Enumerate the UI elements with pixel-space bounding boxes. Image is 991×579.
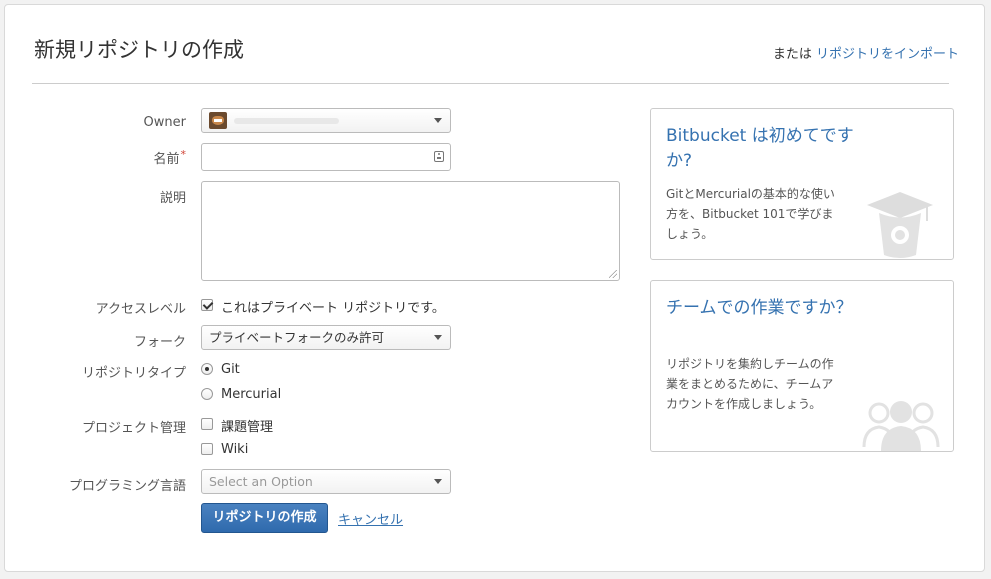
team-card-title[interactable]: チームでの作業ですか？	[666, 296, 866, 321]
create-repository-button[interactable]: リポジトリの作成	[201, 503, 328, 533]
description-textarea[interactable]	[201, 181, 620, 281]
chevron-down-icon	[434, 479, 442, 484]
description-label: 説明	[159, 191, 186, 206]
owner-select[interactable]	[201, 108, 451, 133]
cancel-link[interactable]: キャンセル	[338, 509, 403, 528]
name-label: 名前*	[36, 148, 186, 167]
header-divider	[32, 83, 949, 84]
chevron-down-icon	[434, 118, 442, 123]
newcomer-card-text: GitとMercurialの基本的な使い方を、Bitbucket 101で学びま…	[666, 187, 835, 241]
import-repository-link[interactable]: リポジトリをインポート	[816, 47, 959, 62]
resize-handle-icon[interactable]	[609, 270, 617, 278]
fork-label: フォーク	[133, 335, 186, 350]
fork-select[interactable]: プライベートフォークのみ許可	[201, 325, 451, 350]
owner-label: Owner	[143, 115, 186, 130]
name-input[interactable]	[201, 143, 451, 171]
private-checkbox[interactable]	[201, 299, 213, 311]
owner-name-redacted	[234, 118, 339, 124]
owner-avatar	[209, 112, 227, 129]
password-manager-icon[interactable]	[434, 151, 444, 162]
private-checkbox-label: これはプライベート リポジトリです。	[221, 301, 445, 316]
wiki-label: Wiki	[221, 442, 249, 457]
language-label: プログラミング言語	[68, 479, 186, 494]
access-level-label: アクセスレベル	[95, 302, 186, 317]
team-card-text: リポジトリを集約しチームの作業をまとめるために、チームアカウントを作成しましょう…	[666, 357, 834, 411]
repo-type-label: リポジトリタイプ	[81, 366, 186, 381]
page-title: 新規リポジトリの作成	[34, 38, 244, 62]
language-select[interactable]: Select an Option	[201, 469, 451, 494]
language-placeholder: Select an Option	[209, 474, 313, 489]
wiki-checkbox[interactable]	[201, 443, 213, 455]
repo-type-mercurial-label: Mercurial	[221, 387, 282, 402]
repo-type-git-radio[interactable]	[201, 363, 213, 375]
import-line: または リポジトリをインポート	[773, 43, 959, 62]
team-card: チームでの作業ですか？ リポジトリを集約しチームの作業をまとめるために、チームア…	[650, 280, 954, 452]
issue-tracker-checkbox[interactable]	[201, 418, 213, 430]
required-marker: *	[180, 148, 187, 161]
graduation-bucket-icon	[867, 192, 933, 258]
repo-type-mercurial-radio[interactable]	[201, 388, 213, 400]
issue-tracker-label: 課題管理	[221, 420, 274, 435]
newcomer-card-title[interactable]: Bitbucket は初めてですか?	[666, 124, 866, 174]
chevron-down-icon	[434, 335, 442, 340]
newcomer-card: Bitbucket は初めてですか? GitとMercurialの基本的な使い方…	[650, 108, 954, 260]
fork-selected-value: プライベートフォークのみ許可	[209, 330, 385, 345]
import-prefix: または	[772, 47, 812, 62]
team-people-icon	[862, 401, 940, 451]
repo-type-git-label: Git	[221, 362, 240, 377]
project-management-label: プロジェクト管理	[81, 421, 186, 436]
name-label-text: 名前	[153, 152, 180, 167]
